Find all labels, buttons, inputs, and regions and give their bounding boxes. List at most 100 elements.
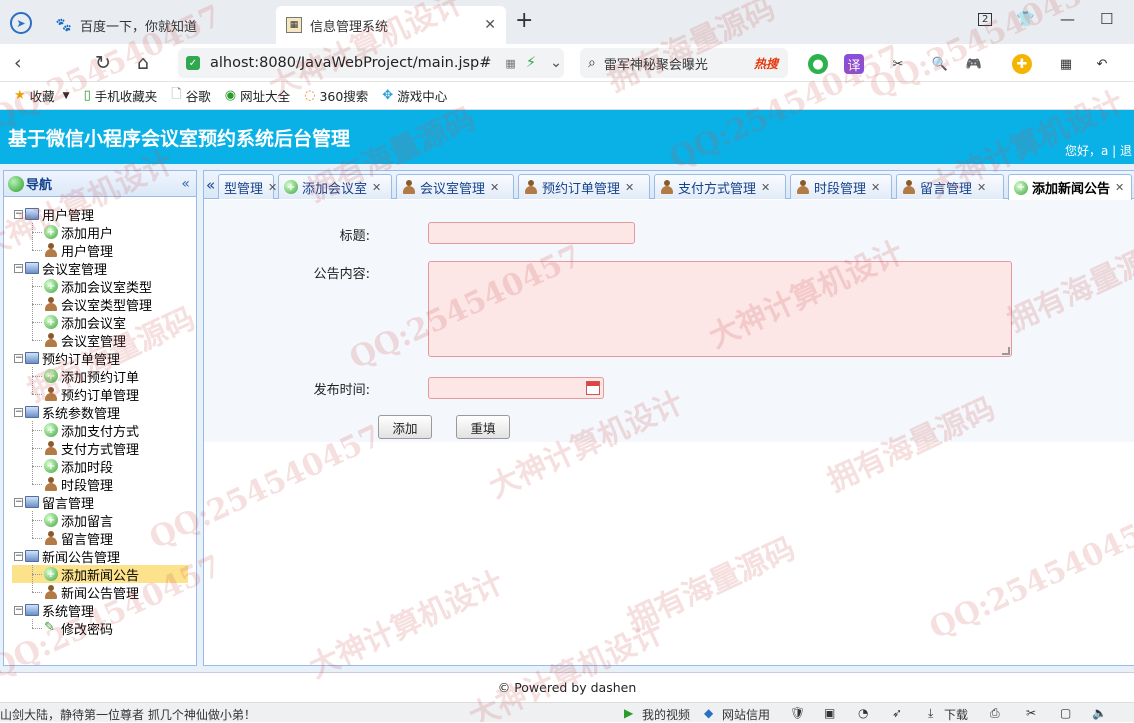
gauge-icon[interactable]: ◔: [858, 706, 868, 720]
scroll-left-icon[interactable]: «: [206, 176, 215, 194]
collapse-toggle-icon[interactable]: −: [14, 407, 23, 417]
browser-tab-info[interactable]: ▦ 信息管理系统 ✕: [276, 6, 506, 44]
bookmark-games[interactable]: ✥ 游戏中心: [382, 86, 447, 105]
grid-icon[interactable]: ▦: [1056, 54, 1076, 74]
title-input[interactable]: [428, 222, 635, 244]
calendar-icon[interactable]: [586, 381, 600, 395]
new-tab-button[interactable]: +: [515, 8, 533, 33]
sidebar-item-3-0[interactable]: + 添加支付方式: [44, 421, 139, 440]
undo-icon[interactable]: ↶: [1092, 54, 1112, 74]
chat-icon[interactable]: ●: [808, 54, 828, 74]
sidebar-item-3-1[interactable]: 支付方式管理: [44, 439, 139, 458]
credit-icon[interactable]: ◆: [704, 706, 713, 720]
sidebar-item-2-1[interactable]: 预约订单管理: [44, 385, 139, 404]
translate-icon[interactable]: 译: [844, 54, 864, 74]
site-credit-link[interactable]: 网站信用: [722, 706, 770, 723]
panel-tab-5[interactable]: 时段管理 ✕: [790, 174, 892, 199]
sidebar-group-3[interactable]: − 系统参数管理: [14, 403, 120, 422]
close-tab-icon[interactable]: ✕: [484, 17, 496, 33]
collapse-toggle-icon[interactable]: −: [14, 353, 23, 363]
browser-logo-icon[interactable]: ➤: [10, 12, 32, 34]
bookmark-google[interactable]: 🗋 谷歌: [171, 85, 210, 107]
download-link[interactable]: 下载: [944, 706, 968, 723]
sidebar-item-5-1[interactable]: 新闻公告管理: [44, 583, 139, 602]
close-tab-icon[interactable]: ✕: [625, 181, 634, 194]
bookmark-mobile[interactable]: ▯ 手机收藏夹: [84, 86, 158, 105]
sidebar-item-3-2[interactable]: + 添加时段: [44, 457, 113, 476]
sidebar-item-1-1[interactable]: 会议室类型管理: [44, 295, 152, 314]
lightning-icon[interactable]: ⚡: [526, 55, 536, 71]
collapse-toggle-icon[interactable]: −: [14, 605, 23, 615]
sidebar-group-4[interactable]: − 留言管理: [14, 493, 94, 512]
resize-handle-icon[interactable]: [1002, 347, 1010, 355]
collapse-toggle-icon[interactable]: −: [14, 263, 23, 273]
sidebar-item-0-1[interactable]: 用户管理: [44, 241, 113, 260]
sidebar-group-1[interactable]: − 会议室管理: [14, 259, 107, 278]
add-button[interactable]: 添加: [378, 415, 432, 439]
collapse-icon[interactable]: «: [181, 176, 190, 192]
bookmark-sites[interactable]: ◉ 网址大全: [225, 86, 290, 105]
content-textarea[interactable]: [428, 261, 1012, 357]
search-box[interactable]: ⌕ 雷军神秘聚会曝光 热搜: [580, 48, 788, 78]
video-icon[interactable]: ▶: [624, 706, 633, 720]
panel-tab-3[interactable]: 预约订单管理 ✕: [518, 174, 650, 199]
close-tab-icon[interactable]: ✕: [490, 181, 499, 194]
rocket-icon[interactable]: ➶: [892, 706, 902, 720]
qr-icon[interactable]: ▦: [505, 57, 515, 70]
speaker-icon[interactable]: 🔈: [1092, 706, 1107, 720]
sidebar-group-5[interactable]: − 新闻公告管理: [14, 547, 120, 566]
back-icon[interactable]: ‹: [14, 52, 22, 74]
window-icon[interactable]: ▢: [1060, 706, 1071, 720]
scissors-icon[interactable]: ✂: [888, 54, 908, 74]
scissors-icon[interactable]: ✂: [1026, 706, 1036, 720]
close-tab-icon[interactable]: ✕: [372, 181, 381, 194]
panel-tab-1[interactable]: + 添加会议室 ✕: [278, 174, 392, 199]
sidebar-item-6-0[interactable]: ✎ 修改密码: [44, 619, 113, 638]
close-tab-icon[interactable]: ✕: [871, 181, 880, 194]
shield-icon[interactable]: 🛡: [790, 706, 805, 720]
maximize-icon[interactable]: ☐: [1100, 10, 1113, 28]
address-bar[interactable]: ✓ alhost:8080/JavaWebProject/main.jsp# ▦…: [178, 48, 564, 78]
magnifier-icon[interactable]: 🔍: [930, 54, 950, 74]
bookmark-favorites[interactable]: ★ 收藏 ▼: [14, 86, 70, 105]
image-icon[interactable]: ▣: [824, 706, 835, 720]
game-icon[interactable]: 🎮: [964, 54, 984, 74]
panel-tab-6[interactable]: 留言管理 ✕: [896, 174, 1004, 199]
sidebar-item-0-0[interactable]: + 添加用户: [44, 223, 113, 242]
shirt-icon[interactable]: 👕: [1016, 10, 1035, 28]
collapse-toggle-icon[interactable]: −: [14, 497, 23, 507]
panel-tab-0[interactable]: 型管理 ✕: [218, 174, 277, 199]
printer-icon[interactable]: ⎙: [990, 706, 1000, 721]
close-tab-icon[interactable]: ✕: [977, 181, 986, 194]
collapse-toggle-icon[interactable]: −: [14, 551, 23, 561]
sidebar-item-1-0[interactable]: + 添加会议室类型: [44, 277, 152, 296]
browser-tab-baidu[interactable]: 🐾 百度一下，你就知道: [46, 6, 274, 44]
sidebar-group-2[interactable]: − 预约订单管理: [14, 349, 120, 368]
home-icon[interactable]: ⌂: [137, 52, 149, 74]
collapse-toggle-icon[interactable]: −: [14, 209, 23, 219]
sidebar-item-2-0[interactable]: + 添加预约订单: [44, 367, 139, 386]
sidebar-group-6[interactable]: − 系统管理: [14, 601, 94, 620]
publish-time-input[interactable]: [428, 377, 604, 399]
download-icon[interactable]: ⤓: [928, 706, 933, 721]
close-tab-icon[interactable]: ✕: [268, 181, 277, 194]
sidebar-item-1-3[interactable]: 会议室管理: [44, 331, 126, 350]
minimize-icon[interactable]: —: [1060, 10, 1075, 28]
welcome-text[interactable]: 您好，a | 退: [1065, 142, 1132, 159]
close-tab-icon[interactable]: ✕: [1115, 181, 1124, 194]
status-news-text[interactable]: 山剑大陆，静待第一位尊者 抓几个神仙做小弟！: [0, 706, 256, 723]
reset-button[interactable]: 重填: [456, 415, 510, 439]
sidebar-item-1-2[interactable]: + 添加会议室: [44, 313, 126, 332]
tab-count-badge[interactable]: 2: [978, 13, 993, 26]
chevron-down-icon[interactable]: ⌄: [550, 55, 562, 71]
sidebar-group-0[interactable]: − 用户管理: [14, 205, 94, 224]
sidebar-item-4-1[interactable]: 留言管理: [44, 529, 113, 548]
sidebar-item-3-3[interactable]: 时段管理: [44, 475, 113, 494]
panel-tab-7[interactable]: + 添加新闻公告 ✕: [1008, 174, 1132, 200]
close-tab-icon[interactable]: ✕: [761, 181, 770, 194]
coin-icon[interactable]: ✚: [1012, 54, 1032, 74]
bookmark-360[interactable]: ◌ 360搜索: [304, 86, 368, 105]
reload-icon[interactable]: ↻: [95, 52, 111, 74]
my-video-link[interactable]: 我的视频: [642, 706, 690, 723]
sidebar-item-4-0[interactable]: + 添加留言: [44, 511, 113, 530]
